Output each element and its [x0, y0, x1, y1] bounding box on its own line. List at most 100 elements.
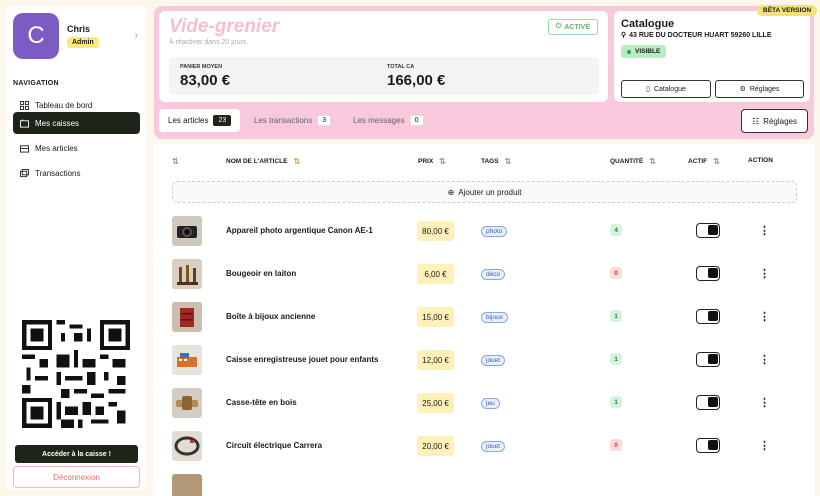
product-tag: déco — [481, 269, 506, 280]
table-row[interactable]: Caisse enregistreuse jouet pour enfants 1… — [154, 339, 814, 382]
tab-bar: Les articles 23 Les transactions 3 Les m… — [159, 109, 733, 133]
more-actions-icon[interactable]: ⋮ — [759, 396, 770, 409]
product-thumbnail — [172, 302, 202, 332]
product-name[interactable]: Appareil photo argentique Canon AE-1 — [226, 226, 373, 235]
header-active[interactable]: ACTIF ⇅ — [688, 157, 720, 166]
location-icon: ⚲ — [621, 32, 627, 39]
transactions-icon — [20, 168, 29, 177]
product-quantity: 1 — [610, 353, 622, 365]
select-all-sort[interactable]: ⇅ — [172, 157, 179, 166]
product-tag: photo — [481, 226, 508, 237]
product-quantity: 1 — [610, 310, 622, 322]
settings-button[interactable]: ☷ Réglages — [741, 109, 808, 133]
product-quantity: 4 — [610, 224, 622, 236]
product-price[interactable]: 25,00 € — [417, 393, 454, 413]
active-toggle[interactable] — [696, 352, 720, 367]
header-tags[interactable]: TAGS ⇅ — [481, 157, 511, 166]
product-price[interactable]: 12,00 € — [417, 350, 454, 370]
table-row[interactable]: Boîte à bijoux ancienne 15,00 € bijoux 1 ⋮ — [154, 296, 814, 339]
product-price[interactable]: 15,00 € — [417, 307, 454, 327]
table-row[interactable]: Casse-tête en bois 25,00 € jeu 1 ⋮ — [154, 382, 814, 425]
catalogue-button[interactable]: ▯ Catalogue — [621, 80, 711, 98]
table-row[interactable]: Appareil photo argentique Canon AE-1 80,0… — [154, 210, 814, 253]
product-name[interactable]: Boîte à bijoux ancienne — [226, 312, 315, 321]
product-tag: jeu — [481, 398, 500, 409]
more-actions-icon[interactable]: ⋮ — [759, 310, 770, 323]
event-subtitle: À réactiver dans 20 jours — [169, 39, 247, 46]
more-actions-icon[interactable]: ⋮ — [759, 267, 770, 280]
header-label: PRIX — [418, 158, 434, 165]
active-toggle[interactable] — [696, 309, 720, 324]
header-label: ACTIF — [688, 158, 708, 165]
product-thumbnail — [172, 259, 202, 289]
nav-item-label: Tableau de bord — [35, 100, 93, 110]
product-thumbnail — [172, 431, 202, 461]
status-badge[interactable]: ⏻ ACTIVÉ — [547, 19, 598, 35]
tab-label: Les articles — [168, 116, 209, 125]
add-product-button[interactable]: ⊕ Ajouter un produit — [172, 181, 797, 203]
product-thumbnail — [172, 345, 202, 375]
active-toggle[interactable] — [696, 438, 720, 453]
product-thumbnail — [172, 216, 202, 246]
header-action: ACTION — [748, 157, 773, 164]
nav-item-caisses[interactable]: Mes caisses — [13, 112, 140, 134]
catalogue-settings-button[interactable]: ⚙ Réglages — [715, 80, 804, 98]
status-label: ACTIVÉ — [564, 23, 590, 31]
sidebar: C Chris Admin › NAVIGATION Tableau de bo… — [6, 6, 146, 490]
dashboard-icon — [20, 100, 29, 110]
header-price[interactable]: PRIX ⇅ — [418, 157, 446, 166]
sliders-icon: ☷ — [752, 116, 760, 126]
table-row[interactable]: Circuit électrique Carrera 20,00 € jouet 0 ⋮ — [154, 425, 814, 468]
active-toggle[interactable] — [696, 223, 720, 238]
product-price[interactable]: 20,00 € — [417, 436, 454, 456]
active-toggle[interactable] — [696, 266, 720, 281]
power-icon: ⏻ — [555, 23, 562, 30]
header-label: NOM DE L'ARTICLE — [226, 158, 288, 165]
more-actions-icon[interactable]: ⋮ — [759, 224, 770, 237]
product-thumbnail — [172, 388, 202, 418]
nav-item-label: Mes caisses — [35, 118, 80, 128]
book-icon: ▯ — [646, 86, 650, 93]
catalogue-address: ⚲ 43 RUE DU DOCTEUR HUART 59260 LILLE — [621, 31, 772, 40]
nav-item-transactions[interactable]: Transactions — [13, 162, 140, 184]
product-name[interactable]: Bougeoir en laiton — [226, 269, 296, 278]
status-dot — [627, 49, 631, 54]
product-tag: jouet — [481, 441, 506, 452]
nav-item-articles[interactable]: Mes articles — [13, 137, 140, 159]
catalogue-button-label: Catalogue — [653, 85, 686, 93]
add-product-label: Ajouter un produit — [458, 187, 522, 197]
stat-value: 166,00 € — [387, 72, 446, 89]
chevron-right-icon[interactable]: › — [135, 30, 138, 41]
active-toggle[interactable] — [696, 395, 720, 410]
logout-button[interactable]: Déconnexion — [13, 466, 140, 488]
sort-icon: ⇅ — [713, 157, 720, 166]
table-row[interactable]: Bougeoir en laiton 6,00 € déco 0 ⋮ — [154, 253, 814, 296]
product-price[interactable]: 6,00 € — [417, 264, 454, 284]
tab-count: 23 — [213, 115, 232, 126]
nav-title: NAVIGATION — [13, 80, 59, 87]
product-price[interactable]: 80,00 € — [417, 221, 454, 241]
event-card: Vide-grenier À réactiver dans 20 jours ⏻… — [159, 11, 608, 102]
more-actions-icon[interactable]: ⋮ — [759, 353, 770, 366]
product-quantity: 1 — [610, 396, 622, 408]
product-name[interactable]: Caisse enregistreuse jouet pour enfants — [226, 355, 379, 364]
tab-messages[interactable]: Les messages 0 — [344, 109, 433, 132]
tab-transactions[interactable]: Les transactions 3 — [245, 109, 340, 132]
header-name[interactable]: NOM DE L'ARTICLE ⇅ — [226, 157, 300, 166]
header-quantity[interactable]: QUANTITÉ ⇅ — [610, 157, 656, 166]
open-register-button[interactable]: Accéder à la caisse ! — [15, 445, 138, 463]
visibility-label: VISIBLE — [635, 48, 661, 55]
nav-item-label: Transactions — [35, 168, 81, 178]
product-name[interactable]: Casse-tête en bois — [226, 398, 297, 407]
avatar[interactable]: C — [13, 13, 59, 59]
product-thumbnail — [172, 474, 202, 496]
more-actions-icon[interactable]: ⋮ — [759, 439, 770, 452]
settings-button-label: Réglages — [749, 85, 780, 93]
stats-box: PANIER MOYEN 83,00 € TOTAL CA 166,00 € — [169, 57, 599, 95]
tab-label: Les messages — [353, 116, 405, 125]
product-name[interactable]: Circuit électrique Carrera — [226, 441, 322, 450]
beta-badge: BÊTA VERSION — [757, 5, 818, 16]
sort-icon: ⇅ — [504, 157, 512, 166]
tab-articles[interactable]: Les articles 23 — [159, 109, 241, 132]
sort-icon: ⇅ — [649, 157, 656, 166]
